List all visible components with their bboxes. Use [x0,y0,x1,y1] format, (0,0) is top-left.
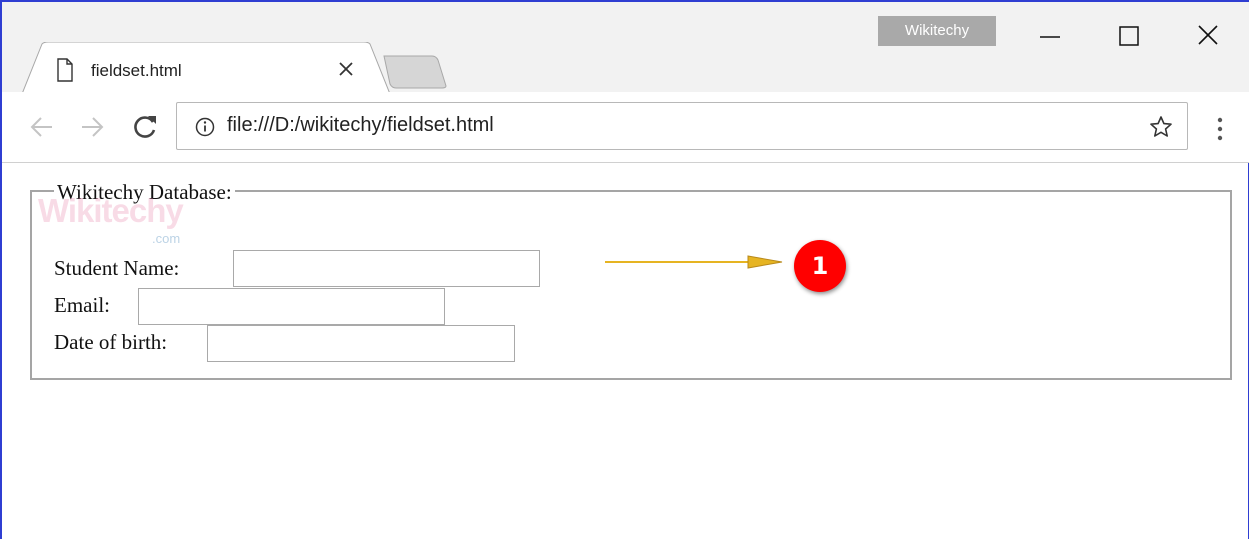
back-icon[interactable] [28,112,58,142]
new-tab-button[interactable] [382,54,448,90]
page-content: Wikitechy Database: Wikitechy .com Stude… [2,162,1249,541]
email-input[interactable] [138,288,445,325]
forward-icon[interactable] [76,112,106,142]
reload-icon[interactable] [130,112,160,142]
maximize-icon [1119,26,1139,46]
info-icon[interactable] [195,117,215,137]
browser-window: Wikitechy fieldset.html file:///D:/wikit… [0,0,1249,539]
maximize-button[interactable] [1108,18,1152,54]
star-icon[interactable] [1149,115,1173,139]
minimize-button[interactable] [1030,18,1074,54]
url-text: file:///D:/wikitechy/fieldset.html [227,114,494,136]
email-label: Email: [54,293,110,317]
menu-icon[interactable] [1210,114,1230,144]
minimize-icon [1040,36,1060,38]
title-bar: Wikitechy fieldset.html [2,2,1249,94]
close-window-button[interactable] [1186,18,1230,54]
address-bar[interactable]: file:///D:/wikitechy/fieldset.html [176,102,1188,150]
close-icon [1198,25,1218,45]
watermark-suffix: .com [152,231,181,246]
annotation-arrow [605,255,783,269]
page-icon [57,58,73,82]
tab-title: fieldset.html [91,61,182,80]
date-of-birth-label: Date of birth: [54,330,168,354]
student-name-label: Student Name: [54,256,180,280]
wikitechy-watermark: Wikitechy [38,192,184,229]
close-icon [339,62,353,76]
annotation-badge: 1 [794,240,846,292]
profile-button[interactable]: Wikitechy [878,16,996,46]
date-of-birth-input[interactable] [207,325,515,362]
tab-close-button[interactable] [333,56,359,82]
student-name-input[interactable] [233,250,540,287]
